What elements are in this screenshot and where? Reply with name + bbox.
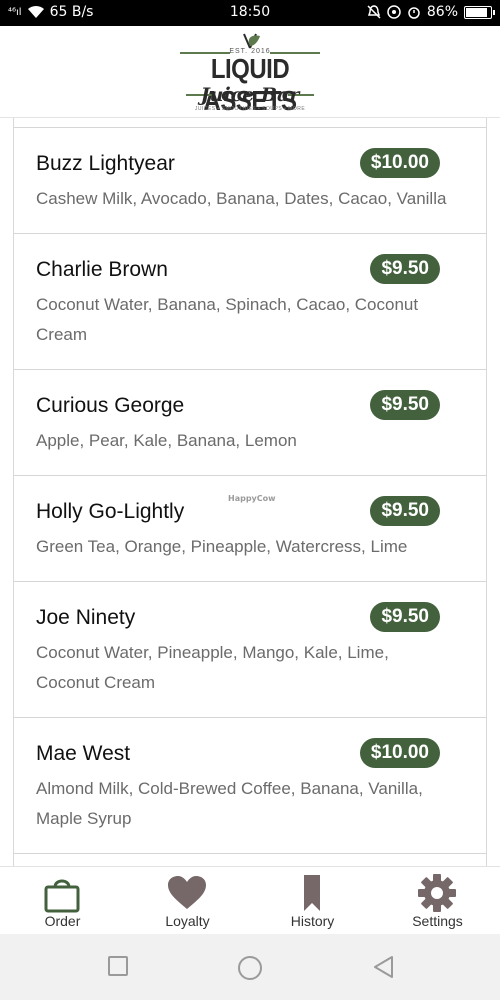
brand-subtitle: Juice Bar	[200, 84, 300, 106]
item-name: Holly Go-Lightly	[36, 500, 185, 523]
item-name: Mae West	[36, 742, 131, 765]
item-name: Buzz Lightyear	[36, 152, 175, 175]
item-description: Coconut Water, Banana, Spinach, Cacao, C…	[36, 295, 419, 344]
status-bar: ⁴⁶ıl 65 B/s 18:50 86%	[0, 0, 500, 26]
nav-order-label: Order	[44, 913, 81, 929]
nav-loyalty[interactable]: Loyalty	[125, 867, 250, 935]
menu-item-holly-go-lightly[interactable]: Holly Go-Lightly $9.50 Green Tea, Orange…	[14, 476, 486, 582]
menu-item[interactable]	[14, 118, 486, 128]
battery-icon	[464, 5, 495, 19]
item-description: Green Tea, Orange, Pineapple, Watercress…	[36, 537, 408, 556]
happycow-watermark: HappyCow	[228, 494, 276, 503]
battery-percent: 86%	[426, 4, 458, 20]
bottom-nav: Order Loyalty History Settings	[0, 866, 500, 934]
clock: 18:50	[229, 4, 271, 20]
alarm-icon	[408, 7, 420, 19]
nav-history-label: History	[290, 913, 335, 929]
back-button[interactable]	[372, 955, 396, 979]
app-header: EST. 2016 LIQUID ASSETS Juice Bar JUICES…	[0, 26, 500, 118]
nav-history[interactable]: History	[250, 867, 375, 935]
item-price-badge: $9.50	[370, 602, 440, 632]
menu-item-buzz-lightyear[interactable]: Buzz Lightyear $10.00 Cashew Milk, Avoca…	[14, 128, 486, 234]
nav-order[interactable]: Order	[0, 867, 125, 935]
brand-logo: EST. 2016 LIQUID ASSETS Juice Bar JUICES…	[178, 32, 322, 117]
item-price-badge: $10.00	[359, 738, 440, 768]
home-button[interactable]	[237, 955, 263, 981]
item-name: Curious George	[36, 394, 185, 417]
menu-item-curious-george[interactable]: Curious George $9.50 Apple, Pear, Kale, …	[14, 370, 486, 476]
item-price-badge: $9.50	[370, 390, 440, 420]
item-price-badge: $10.00	[359, 148, 440, 178]
item-description: Coconut Water, Pineapple, Mango, Kale, L…	[36, 643, 389, 692]
item-name: Charlie Brown	[36, 258, 168, 281]
nav-settings-label: Settings	[412, 913, 463, 929]
brand-tagline: JUICES • SMOOTHIES • SOUPS • MORE	[194, 106, 306, 112]
heart-icon	[168, 876, 206, 909]
item-price-badge: $9.50	[370, 496, 440, 526]
menu-item-charlie-brown[interactable]: Charlie Brown $9.50 Coconut Water, Banan…	[14, 234, 486, 370]
system-nav-bar	[0, 934, 500, 1000]
menu-item-mae-west[interactable]: Mae West $10.00 Almond Milk, Cold-Brewed…	[14, 718, 486, 854]
nav-settings[interactable]: Settings	[375, 867, 500, 935]
mute-icon	[367, 5, 381, 19]
item-price-badge: $9.50	[370, 254, 440, 284]
bookmark-icon	[304, 875, 320, 911]
item-description: Almond Milk, Cold-Brewed Coffee, Banana,…	[36, 779, 423, 828]
item-description: Cashew Milk, Avocado, Banana, Dates, Cac…	[36, 189, 447, 208]
vpn-icon	[387, 5, 401, 19]
nav-loyalty-label: Loyalty	[165, 913, 210, 929]
item-name: Joe Ninety	[36, 606, 136, 629]
gear-icon	[418, 874, 456, 912]
menu-item-joe-ninety[interactable]: Joe Ninety $9.50 Coconut Water, Pineappl…	[14, 582, 486, 718]
recent-apps-button[interactable]	[107, 955, 129, 977]
shopping-bag-icon	[44, 879, 80, 913]
item-description: Apple, Pear, Kale, Banana, Lemon	[36, 431, 297, 450]
menu-list[interactable]: Buzz Lightyear $10.00 Cashew Milk, Avoca…	[13, 118, 487, 866]
